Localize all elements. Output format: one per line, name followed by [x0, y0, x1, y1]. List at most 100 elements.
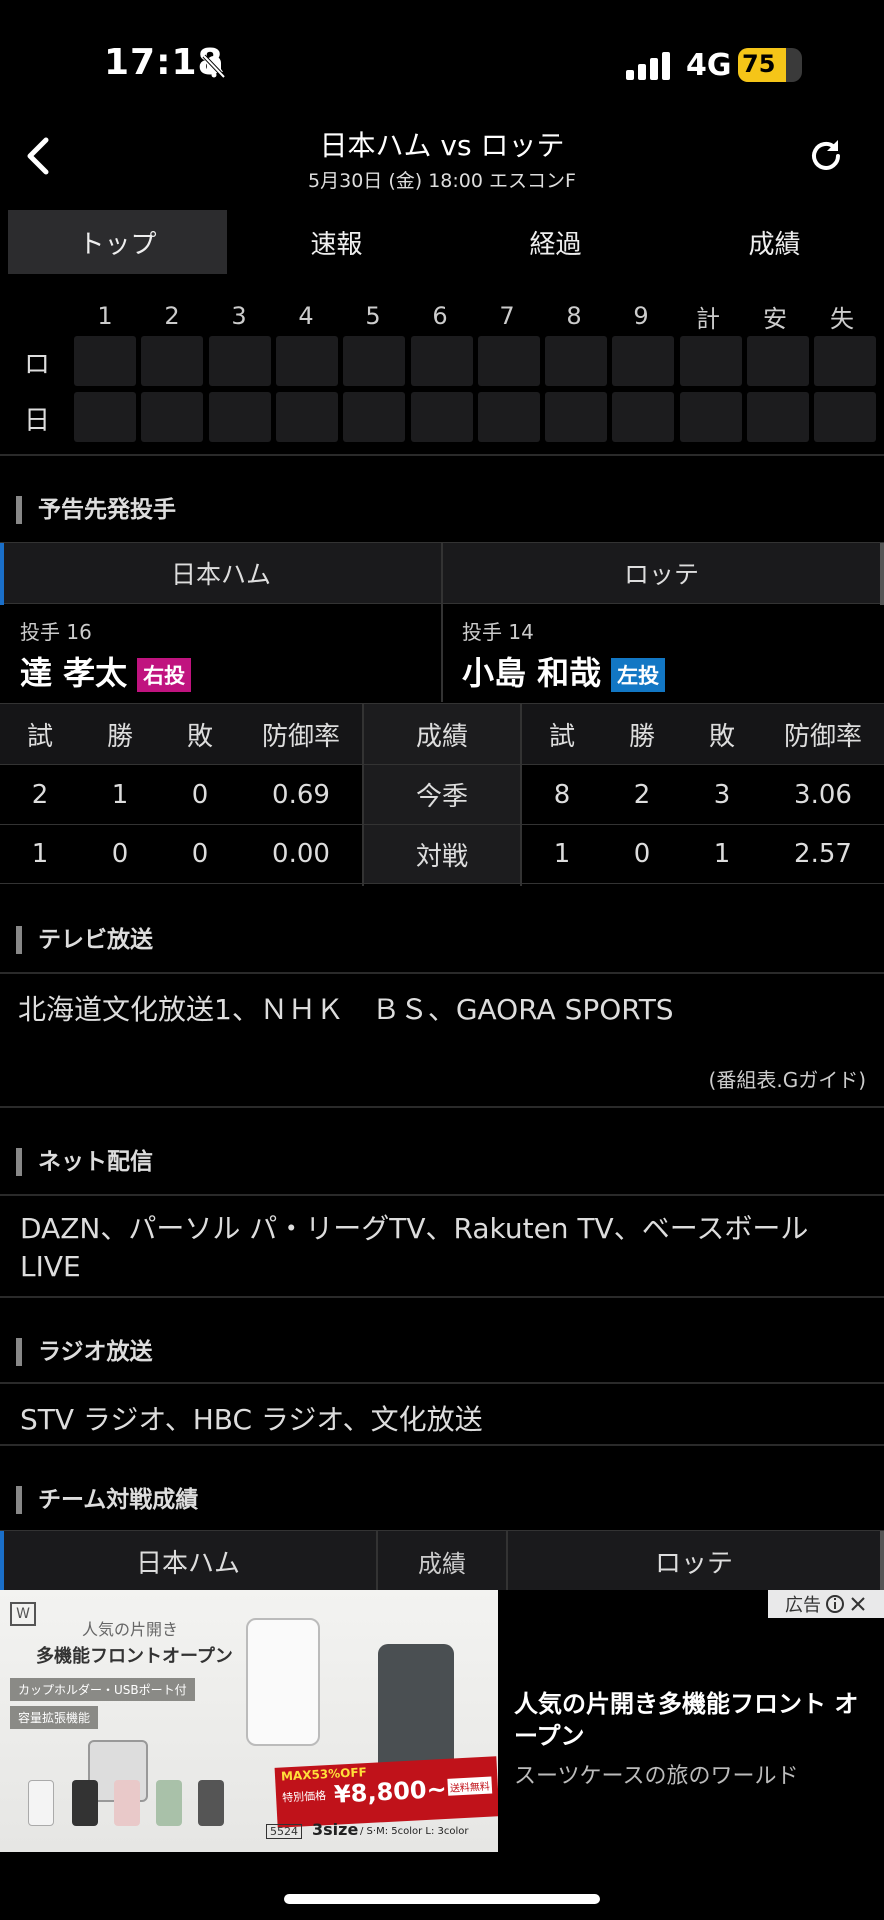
home-indicator[interactable] [284, 1894, 600, 1904]
stats-row: 1 0 0 0.00 対戦 1 0 1 2.57 [0, 824, 884, 884]
section-title-matchup: チーム対戦成績 [16, 1486, 198, 1514]
score-cell [141, 392, 204, 442]
ad-image-tag: カップホルダー・USBポート付 [10, 1678, 195, 1701]
stat-header: 試 [26, 721, 53, 752]
stat-value: 0.69 [272, 779, 330, 810]
divider [0, 1382, 884, 1384]
score-cell [208, 392, 271, 442]
home-pitcher-hand: 右投 [137, 658, 192, 692]
ad-price: ¥8,800~ [333, 1774, 448, 1809]
refresh-icon[interactable] [808, 138, 844, 174]
stat-header: 敗 [186, 721, 213, 752]
section-title-net: ネット配信 [16, 1148, 153, 1176]
matchup-home: 日本ハム [135, 1548, 240, 1579]
brand-logo-icon: W [10, 1602, 36, 1626]
signal-icon [626, 50, 672, 80]
network-type: 4G [686, 48, 732, 83]
divider [0, 454, 884, 456]
ad-image[interactable]: W 人気の片開き 多機能フロントオープン カップホルダー・USBポート付 容量拡… [0, 1590, 498, 1852]
team-label-away: ロ [23, 349, 50, 380]
away-pitcher-hand: 左投 [611, 658, 666, 692]
score-cell [74, 336, 136, 386]
ad-banner[interactable]: W 人気の片開き 多機能フロントオープン カップホルダー・USBポート付 容量拡… [0, 1590, 884, 1852]
ad-code: 5524 [266, 1824, 302, 1839]
inning-header: 3 [231, 302, 247, 330]
inning-header: 5 [365, 302, 381, 330]
suitcase-white [246, 1618, 320, 1746]
divider [0, 1194, 884, 1196]
score-cell [612, 392, 675, 442]
pitcher-stats-table: 試 勝 敗 防御率 成績 試 勝 敗 防御率 2 1 0 0.69 今季 8 2… [0, 703, 884, 886]
inning-header: 6 [432, 302, 448, 330]
score-cell [74, 392, 136, 442]
net-services: DAZN、パーソル パ・リーグTV、Rakuten TV、ベースボール LIVE [20, 1212, 809, 1283]
away-pitcher-name: 小島 和哉 [462, 654, 602, 692]
score-cell [477, 392, 540, 442]
ad-size-detail: / S·M: 5color L: 3color [360, 1826, 469, 1837]
score-cell [679, 392, 742, 442]
tv-source: (番組表.Gガイド) [708, 1068, 866, 1092]
pitcher-team-header: 日本ハム ロッテ [0, 542, 884, 605]
suitcase-mini [28, 1780, 54, 1826]
home-team-name: 日本ハム [170, 560, 271, 589]
ad-headline[interactable]: 人気の片開き多機能フロント オープン [514, 1688, 870, 1752]
score-cell [545, 392, 608, 442]
divider [520, 704, 522, 886]
matchup-away: ロッテ [654, 1548, 733, 1579]
bell-muted-icon [202, 54, 226, 79]
home-pitcher-number: 投手 16 [20, 620, 92, 644]
score-cell [343, 336, 406, 386]
stat-value: 0 [191, 839, 209, 869]
stat-header: 勝 [106, 721, 133, 752]
stat-header-center: 成績 [362, 704, 522, 764]
score-cell [141, 336, 204, 386]
stat-header: 防御率 [783, 721, 862, 752]
section-title-radio: ラジオ放送 [16, 1338, 153, 1366]
home-pitcher[interactable]: 達 孝太 右投 [20, 648, 192, 694]
ad-info[interactable]: 広告 [768, 1590, 884, 1618]
battery-icon: 75 [738, 48, 802, 82]
score-cell [545, 336, 608, 386]
divider [0, 1106, 884, 1108]
suitcase-mini [114, 1780, 140, 1826]
divider [0, 1296, 884, 1298]
stat-value: 2 [633, 779, 651, 810]
stat-value: 1 [111, 779, 129, 810]
score-cell [814, 392, 877, 442]
ad-size: 3size [312, 1820, 359, 1839]
score-cell [275, 392, 338, 442]
divider [0, 1444, 884, 1446]
hits-header: 安 [763, 304, 787, 333]
ad-image-caption: 人気の片開き [82, 1620, 179, 1639]
inning-header: 9 [633, 302, 649, 330]
ad-price-label: 特別価格 [281, 1789, 327, 1805]
stats-row: 2 1 0 0.69 今季 8 2 3 3.06 [0, 764, 884, 824]
tab-bar: トップ 速報 経過 成績 [8, 210, 884, 274]
adchoices-icon[interactable] [825, 1594, 845, 1614]
stat-value: 2.57 [794, 839, 852, 869]
stat-value: 0 [633, 839, 651, 869]
tab-stats[interactable]: 成績 [665, 210, 884, 274]
suitcase-gray [378, 1644, 454, 1776]
score-cell [477, 336, 540, 386]
section-title-tv: テレビ放送 [16, 926, 153, 954]
score-cell [410, 336, 473, 386]
ad-description: スーツケースの旅のワールド [514, 1764, 799, 1789]
stat-value: 1 [553, 839, 571, 869]
stat-value: 0.00 [272, 839, 330, 869]
score-cell [275, 336, 338, 386]
inning-header: 4 [298, 302, 314, 330]
tv-channels: 北海道文化放送1、ＮＨＫ ＢＳ、GAORA SPORTS [18, 993, 674, 1026]
scroll-indicator [880, 543, 884, 605]
away-pitcher[interactable]: 小島 和哉 左投 [462, 648, 666, 694]
ad-image-caption: 多機能フロントオープン [36, 1646, 233, 1667]
inning-header: 8 [566, 302, 582, 330]
tab-top[interactable]: トップ [8, 210, 227, 274]
close-icon[interactable] [849, 1595, 867, 1613]
tab-live[interactable]: 速報 [227, 210, 446, 274]
suitcase-mini [198, 1780, 224, 1826]
divider [441, 604, 443, 702]
score-cell [747, 392, 809, 442]
stat-value: 1 [31, 839, 49, 869]
tab-progress[interactable]: 経過 [446, 210, 665, 274]
